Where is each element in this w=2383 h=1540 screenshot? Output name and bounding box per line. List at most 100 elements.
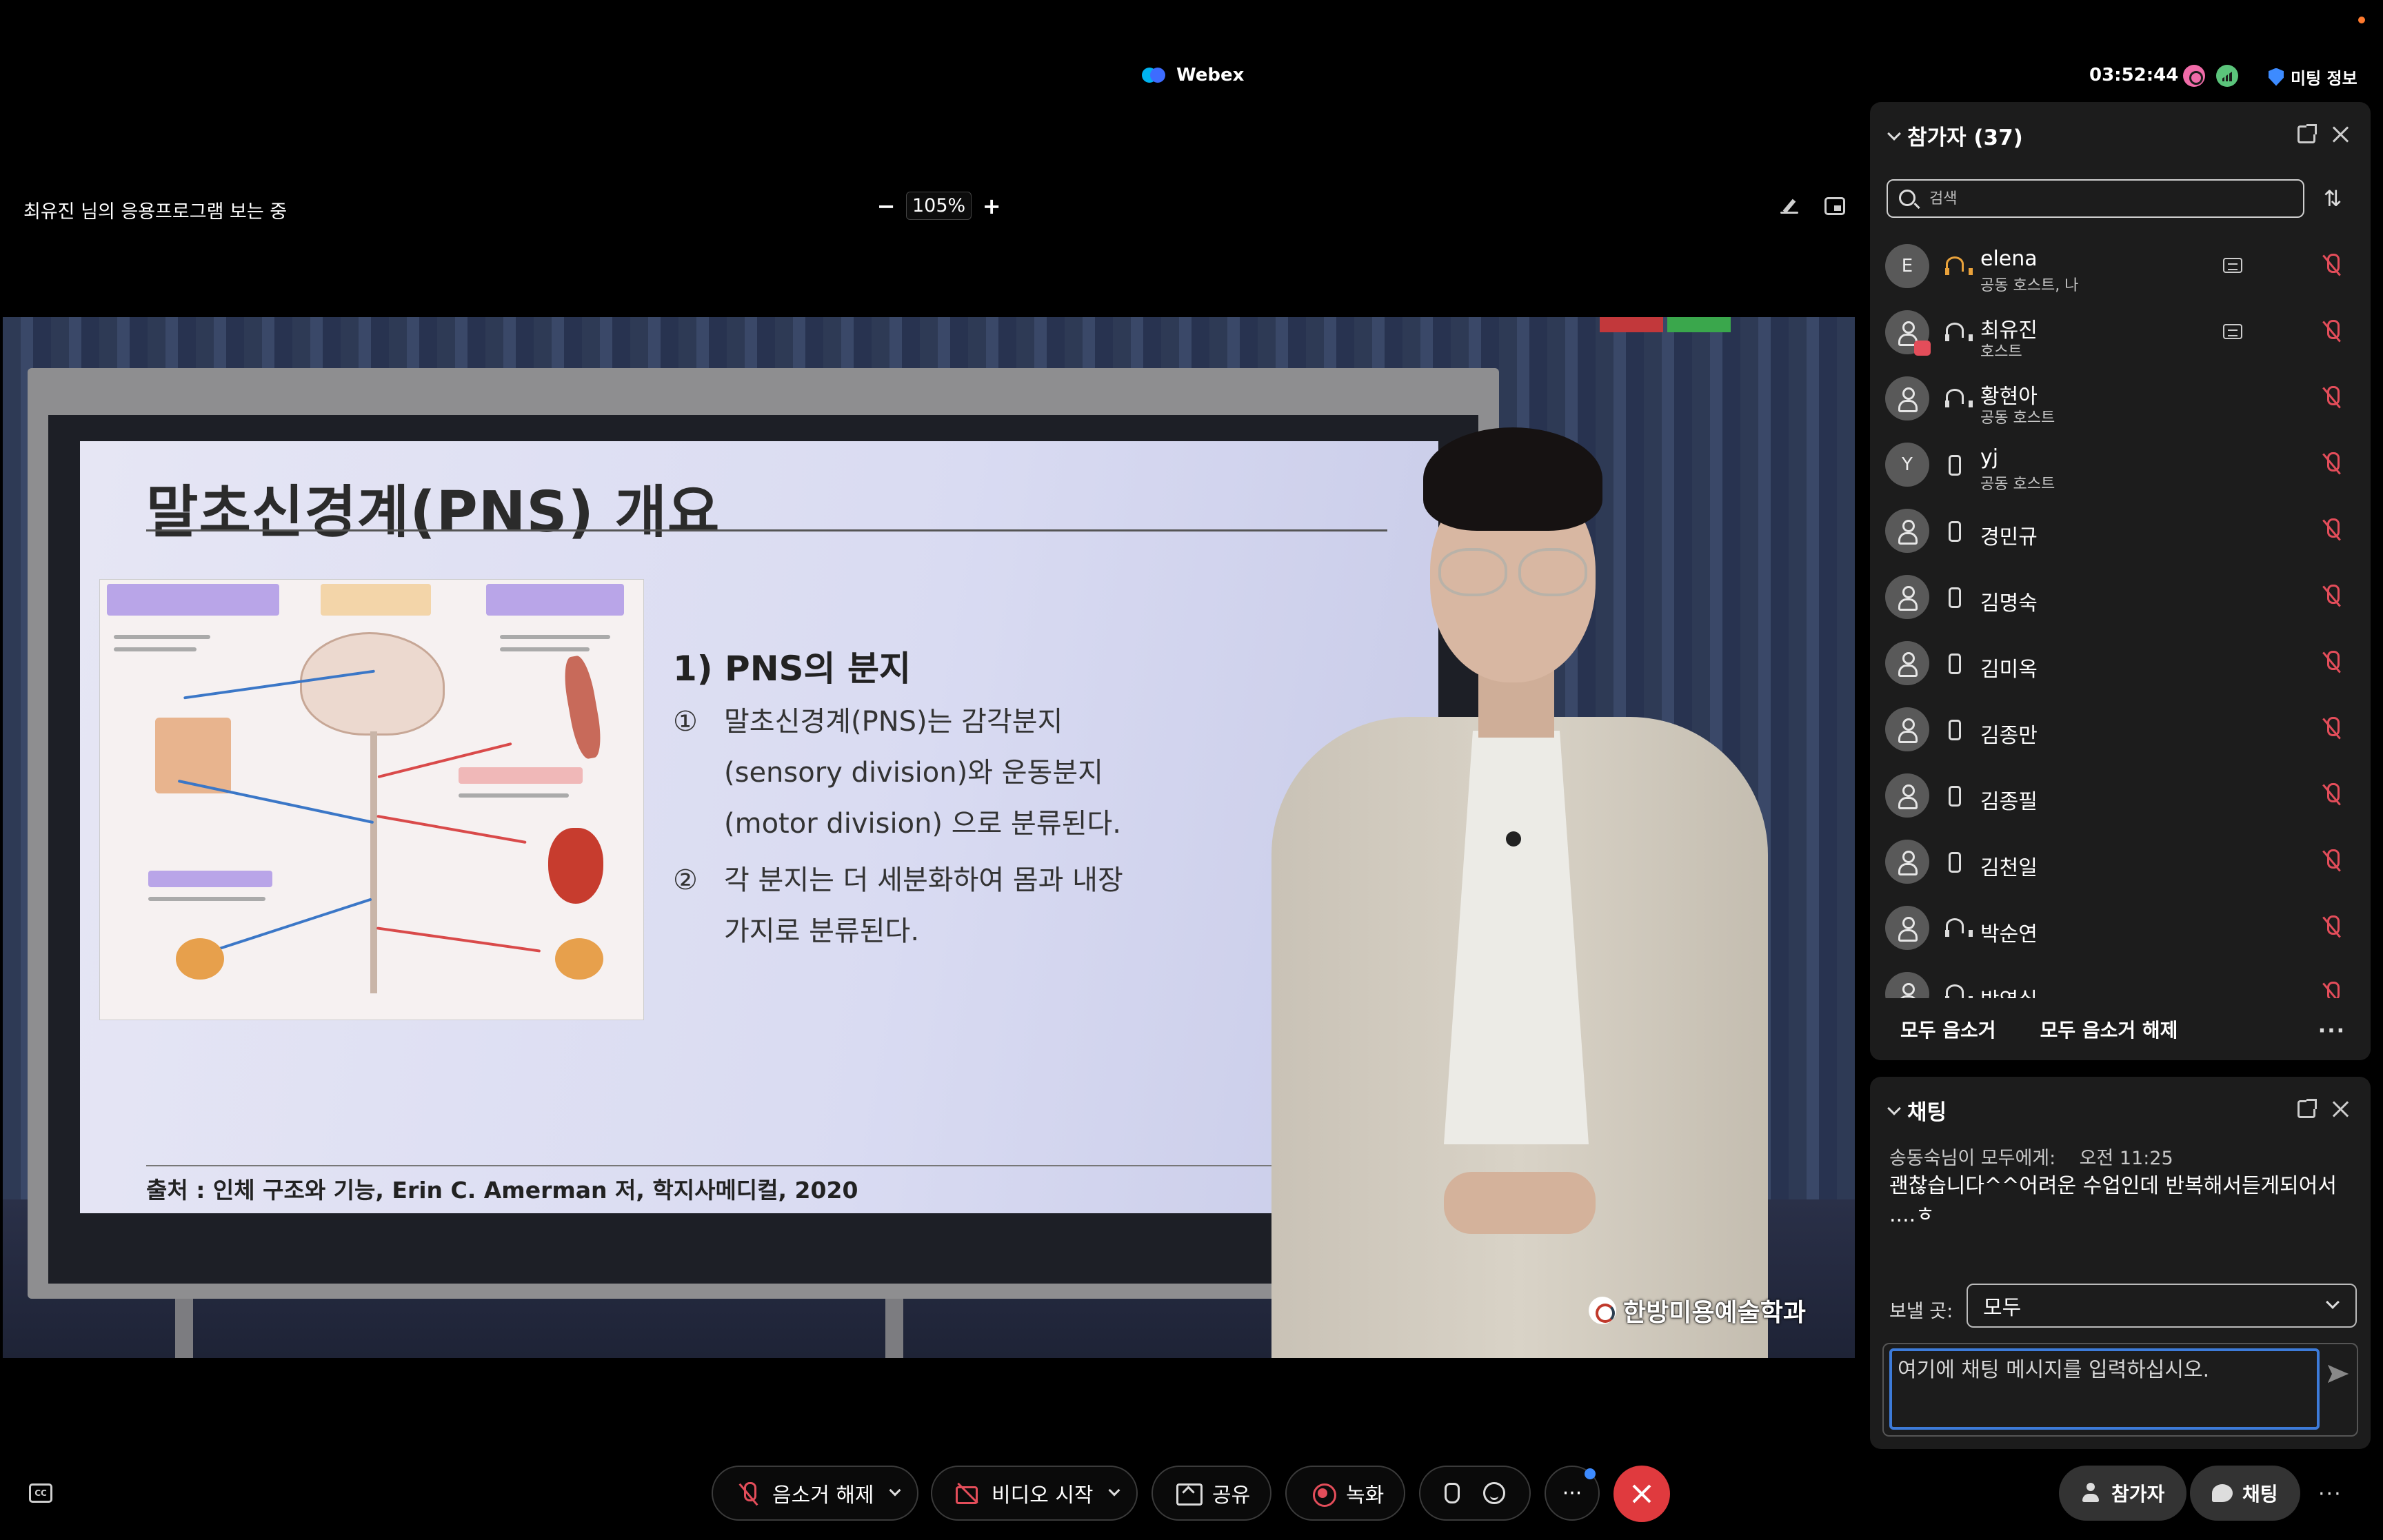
mic-muted-icon[interactable] [2324,452,2340,476]
mic-muted-icon[interactable] [2324,386,2340,409]
captions-icon [2223,258,2242,273]
zoom-in-button[interactable]: + [981,193,1002,219]
pns-diagram [99,579,644,1020]
diagram-label-autonomic [459,767,583,784]
school-seal-icon [1589,1297,1616,1324]
raise-hand-icon[interactable] [1445,1483,1460,1503]
participant-row[interactable]: 김미옥 [1870,630,2371,696]
mic-muted-icon [736,1481,761,1506]
unmute-all-button[interactable]: 모두 음소거 해제 [2040,1015,2178,1043]
watermark-text: 한방미용예술학과 [1623,1299,1806,1327]
participant-row[interactable]: 김종만 [1870,696,2371,762]
presenter-hair [1423,427,1602,531]
mic-muted-icon[interactable] [2324,783,2340,807]
participant-actions: 모두 음소거 모두 음소거 해제 ··· [1870,998,2371,1060]
diagram-brain [300,632,445,736]
diagram-nerve [207,898,372,954]
mic-muted-icon[interactable] [2324,849,2340,873]
phone-icon [1949,786,1961,807]
collapse-chevron-icon[interactable] [1887,126,1901,141]
recording-status-icon[interactable] [2183,65,2205,87]
diagram-nerve [376,926,541,953]
leave-meeting-button[interactable] [1613,1466,1670,1522]
participant-row[interactable]: 최유진 호스트 [1870,299,2371,365]
app-name: Webex [1176,65,1245,85]
person-icon [1897,915,1918,942]
record-button[interactable]: 녹화 [1285,1466,1405,1521]
phone-icon [1949,587,1961,608]
mic-muted-icon[interactable] [2324,915,2340,939]
mute-all-button[interactable]: 모두 음소거 [1900,1015,1996,1043]
participant-row[interactable]: 김종필 [1870,762,2371,829]
mic-muted-icon[interactable] [2324,585,2340,608]
phone-icon [1949,852,1961,873]
participant-search[interactable] [1887,179,2304,218]
participant-name: 김종필 [1980,790,2038,814]
network-health-icon[interactable] [2216,65,2238,87]
participants-panel-header[interactable]: 참가자 (37) [1887,120,2023,151]
start-video-button[interactable]: 비디오 시작 [931,1466,1138,1521]
participant-row[interactable]: 황현아 공동 호스트 [1870,365,2371,432]
participant-name: elena [1980,247,2038,271]
reactions-icon[interactable] [1483,1482,1505,1504]
avatar [1885,840,1929,884]
participant-row[interactable]: 박순연 [1870,895,2371,961]
person-icon [1897,585,1918,611]
participant-row[interactable]: 경민규 [1870,498,2371,564]
zoom-level-field[interactable]: 105% [906,192,972,220]
send-icon[interactable] [2328,1365,2349,1383]
sharing-status-label: 최유진 님의 응용프로그램 보는 중 [23,201,288,223]
zoom-out-button[interactable]: − [876,193,896,219]
mic-muted-icon[interactable] [2324,717,2340,740]
mic-muted-icon[interactable] [2324,518,2340,542]
participant-row[interactable]: 김천일 [1870,829,2371,895]
participant-row[interactable]: Eelena 공동 호스트, 나 [1870,233,2371,299]
participant-name: 김종만 [1980,724,2038,748]
share-button[interactable]: 공유 [1152,1466,1271,1521]
participants-toggle-button[interactable]: 참가자 [2059,1466,2187,1521]
video-options-chevron-icon[interactable] [1108,1484,1120,1497]
close-icon[interactable] [2332,125,2350,143]
participant-name: 경민규 [1980,525,2038,549]
mic-muted-icon[interactable] [2324,320,2340,343]
chat-message-input[interactable] [1889,1348,2320,1430]
meeting-info-button[interactable]: 미팅 정보 [2269,65,2357,89]
audio-options-chevron-icon[interactable] [889,1484,901,1497]
slide-item-2: ② 각 분지는 더 세분화하여 몸과 내장 가지로 분류된다. [673,855,1123,957]
popout-icon[interactable] [2297,124,2317,143]
app-brand: Webex [1142,65,1244,85]
collapse-chevron-icon[interactable] [1887,1101,1901,1115]
phone-icon [1949,654,1961,674]
search-input[interactable] [1928,189,2286,208]
people-icon [2081,1483,2102,1503]
diagram-text-line [500,647,590,651]
person-icon [1897,651,1918,677]
participant-more-button[interactable]: ··· [2318,1019,2346,1043]
sort-icon[interactable]: ⇅ [2321,186,2344,211]
participant-list: Eelena 공동 호스트, 나 최유진 호스트 황현아 공동 호스트 Yyj 공동 호스트경… [1870,233,2371,1095]
lapel-mic [1506,831,1521,847]
overflow-menu-button[interactable]: ··· [2318,1482,2342,1506]
close-icon[interactable] [2332,1100,2350,1118]
chat-panel-header[interactable]: 채팅 [1887,1095,1947,1126]
mic-muted-icon[interactable] [2324,651,2340,674]
popout-icon[interactable] [2297,1099,2317,1118]
chat-toggle-button[interactable]: 채팅 [2190,1466,2300,1521]
unmute-button[interactable]: 음소거 해제 [712,1466,918,1521]
send-to-dropdown[interactable]: 모두 [1967,1284,2357,1328]
mic-muted-icon[interactable] [2324,254,2340,277]
participant-row[interactable]: Yyj 공동 호스트 [1870,432,2371,498]
closed-captions-button[interactable]: CC [29,1483,52,1503]
diagram-text-line [459,793,569,798]
annotate-icon[interactable] [1779,197,1800,215]
participant-row[interactable]: 김명숙 [1870,564,2371,630]
participants-toggle-label: 참가자 [2111,1483,2165,1506]
diagram-nerve [177,779,374,824]
diagram-text-line [114,647,197,651]
unmute-label: 음소거 해제 [772,1483,874,1508]
shield-icon [2269,68,2284,86]
popout-view-icon[interactable] [1824,197,1845,215]
slide-item-line: 각 분지는 더 세분화하여 몸과 내장 [724,864,1123,896]
person-icon [1897,717,1918,743]
more-options-button[interactable]: ··· [1545,1466,1600,1521]
